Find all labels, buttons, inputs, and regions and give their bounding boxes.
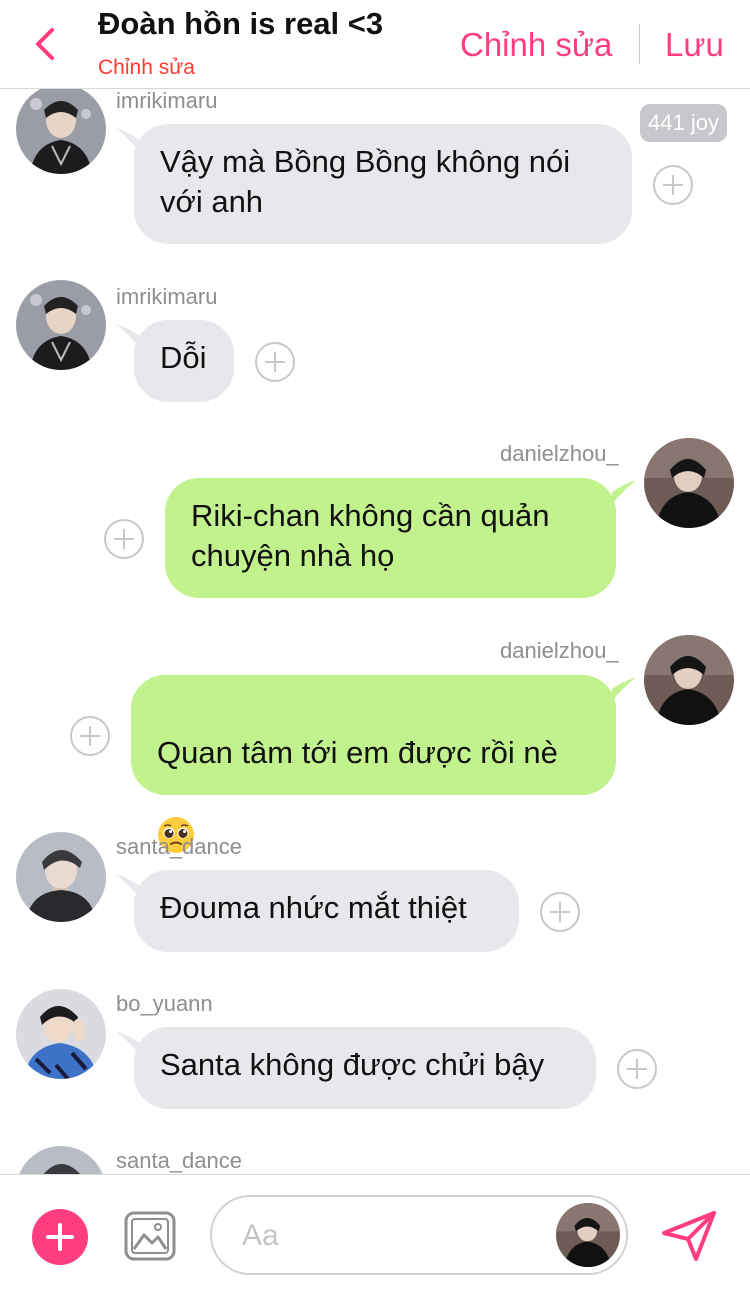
add-attachment-button[interactable] [32, 1209, 88, 1265]
message-bubble[interactable]: Quan tâm tới em được rồi nè [131, 675, 616, 853]
image-icon [124, 1211, 176, 1261]
bubble-tail [612, 677, 636, 701]
save-button[interactable]: Lưu [665, 26, 724, 64]
chat-subtitle[interactable]: Chỉnh sửa [98, 56, 195, 80]
edit-button[interactable]: Chỉnh sửa [460, 26, 612, 64]
message-input[interactable] [240, 1213, 544, 1259]
back-button[interactable] [28, 22, 64, 66]
avatar-santa-dance[interactable] [16, 1146, 106, 1174]
send-button[interactable] [660, 1209, 718, 1263]
avatar-santa-dance[interactable] [16, 832, 106, 922]
bubble-tail [612, 480, 636, 504]
add-reaction-button[interactable] [255, 342, 295, 382]
avatar-bo-yuann[interactable] [16, 989, 106, 1079]
message-bubble[interactable]: Santa không được chửi bậy [134, 1027, 596, 1109]
avatar-imrikimaru[interactable] [16, 88, 106, 174]
add-reaction-button[interactable] [104, 519, 144, 559]
image-picker-button[interactable] [124, 1211, 176, 1261]
message-bubble[interactable]: Dỗi [134, 320, 234, 402]
send-icon [662, 1211, 716, 1261]
message-username: imrikimaru [116, 284, 218, 309]
message-bubble[interactable]: Vậy mà Bồng Bồng không nói với anh [134, 124, 632, 244]
message-username: danielzhou_ [500, 441, 619, 466]
add-reaction-button[interactable] [617, 1049, 657, 1089]
add-reaction-button[interactable] [70, 716, 110, 756]
message-list[interactable]: imrikimaru Vậy mà Bồng Bồng không nói vớ… [0, 88, 750, 1174]
persona-avatar[interactable] [556, 1203, 620, 1267]
avatar-danielzhou[interactable] [644, 635, 734, 725]
composer-bar [0, 1174, 750, 1295]
chevron-left-icon [36, 28, 54, 60]
message-username: santa_dance [116, 1148, 242, 1173]
chat-title: Đoàn hồn is real <3 [98, 6, 384, 41]
joy-badge: 441 joy [640, 104, 727, 142]
message-input-container[interactable] [210, 1195, 628, 1275]
header-bar: Đoàn hồn is real <3 Chỉnh sửa Chỉnh sửa … [0, 0, 750, 89]
message-bubble[interactable]: Riki-chan không cần quản chuyện nhà họ [165, 478, 616, 598]
message-bubble[interactable]: Đouma nhức mắt thiệt [134, 870, 519, 952]
avatar-danielzhou[interactable] [644, 438, 734, 528]
message-username: imrikimaru [116, 88, 218, 113]
add-reaction-button[interactable] [540, 892, 580, 932]
message-username: danielzhou_ [500, 638, 619, 663]
header-divider [639, 24, 640, 64]
message-username: bo_yuann [116, 991, 213, 1016]
avatar-imrikimaru[interactable] [16, 280, 106, 370]
message-username: santa_dance [116, 834, 242, 859]
message-text: Quan tâm tới em được rồi nè [157, 735, 558, 770]
add-reaction-button[interactable] [653, 165, 693, 205]
